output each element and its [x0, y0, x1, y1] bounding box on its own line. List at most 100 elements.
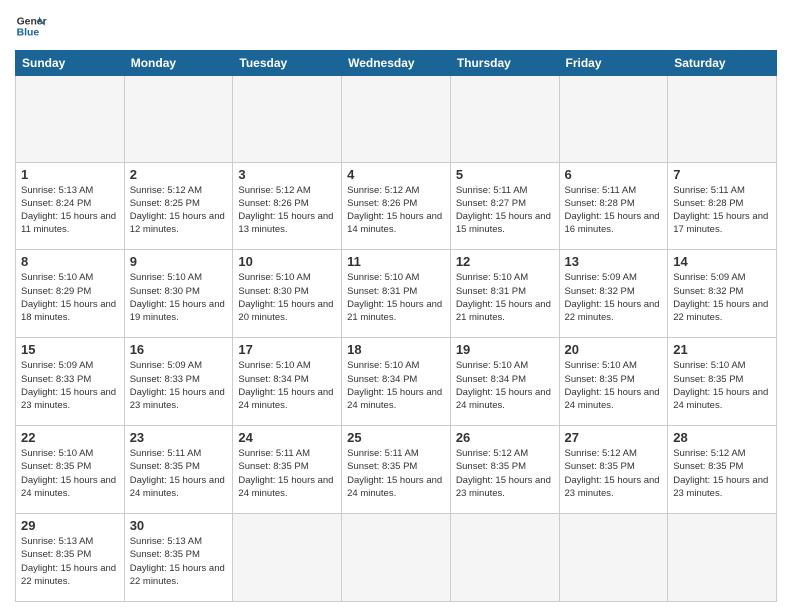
day-number: 30 [130, 518, 228, 533]
calendar-cell: 8Sunrise: 5:10 AMSunset: 8:29 PMDaylight… [16, 250, 125, 338]
header-cell-wednesday: Wednesday [342, 51, 451, 76]
day-number: 10 [238, 254, 336, 269]
day-number: 29 [21, 518, 119, 533]
day-number: 25 [347, 430, 445, 445]
calendar-cell [450, 514, 559, 602]
calendar-cell: 23 Sunrise: 5:11 AMSunset: 8:35 PMDayligh… [124, 426, 233, 514]
calendar-cell: 1 Sunrise: 5:13 AMSunset: 8:24 PMDaylight… [16, 162, 125, 250]
day-info: Sunrise: 5:11 AMSunset: 8:35 PMDaylight:… [238, 447, 336, 500]
day-number: 6 [565, 167, 663, 182]
calendar-cell: 21 Sunrise: 5:10 AMSunset: 8:35 PMDayligh… [668, 338, 777, 426]
calendar-cell [559, 76, 668, 163]
calendar-cell [124, 76, 233, 163]
logo-icon: General Blue [15, 10, 47, 42]
calendar-cell: 11 Sunrise: 5:10 AMSunset: 8:31 PMDayligh… [342, 250, 451, 338]
day-info: Sunrise: 5:10 AMSunset: 8:30 PMDaylight:… [130, 271, 228, 324]
calendar-week-row: 29 Sunrise: 5:13 AMSunset: 8:35 PMDayligh… [16, 514, 777, 602]
day-number: 26 [456, 430, 554, 445]
day-number: 23 [130, 430, 228, 445]
day-number: 5 [456, 167, 554, 182]
page: General Blue SundayMondayTuesdayWednesda… [0, 0, 792, 612]
day-info: Sunrise: 5:09 AMSunset: 8:32 PMDaylight:… [673, 271, 771, 324]
day-number: 15 [21, 342, 119, 357]
day-number: 28 [673, 430, 771, 445]
calendar-cell: 29 Sunrise: 5:13 AMSunset: 8:35 PMDayligh… [16, 514, 125, 602]
svg-text:Blue: Blue [17, 28, 40, 39]
day-info: Sunrise: 5:10 AMSunset: 8:31 PMDaylight:… [347, 271, 445, 324]
day-info: Sunrise: 5:12 AMSunset: 8:35 PMDaylight:… [673, 447, 771, 500]
day-info: Sunrise: 5:11 AMSunset: 8:35 PMDaylight:… [130, 447, 228, 500]
day-number: 13 [565, 254, 663, 269]
day-number: 19 [456, 342, 554, 357]
day-number: 14 [673, 254, 771, 269]
calendar-cell: 14 Sunrise: 5:09 AMSunset: 8:32 PMDayligh… [668, 250, 777, 338]
calendar-cell [668, 76, 777, 163]
calendar-cell: 7 Sunrise: 5:11 AMSunset: 8:28 PMDaylight… [668, 162, 777, 250]
day-info: Sunrise: 5:13 AMSunset: 8:35 PMDaylight:… [21, 535, 119, 588]
calendar-cell: 16Sunrise: 5:09 AMSunset: 8:33 PMDayligh… [124, 338, 233, 426]
calendar-cell: 24Sunrise: 5:11 AMSunset: 8:35 PMDayligh… [233, 426, 342, 514]
day-info: Sunrise: 5:11 AMSunset: 8:27 PMDaylight:… [456, 184, 554, 237]
calendar-cell: 13Sunrise: 5:09 AMSunset: 8:32 PMDayligh… [559, 250, 668, 338]
day-number: 18 [347, 342, 445, 357]
calendar-cell: 30 Sunrise: 5:13 AMSunset: 8:35 PMDayligh… [124, 514, 233, 602]
calendar-week-row: 15 Sunrise: 5:09 AMSunset: 8:33 PMDayligh… [16, 338, 777, 426]
day-info: Sunrise: 5:11 AMSunset: 8:28 PMDaylight:… [673, 184, 771, 237]
day-number: 17 [238, 342, 336, 357]
day-info: Sunrise: 5:10 AMSunset: 8:35 PMDaylight:… [673, 359, 771, 412]
day-number: 22 [21, 430, 119, 445]
calendar-cell [559, 514, 668, 602]
calendar-cell: 2Sunrise: 5:12 AMSunset: 8:25 PMDaylight… [124, 162, 233, 250]
day-info: Sunrise: 5:10 AMSunset: 8:35 PMDaylight:… [565, 359, 663, 412]
calendar-cell: 18Sunrise: 5:10 AMSunset: 8:34 PMDayligh… [342, 338, 451, 426]
day-info: Sunrise: 5:10 AMSunset: 8:31 PMDaylight:… [456, 271, 554, 324]
calendar-week-row [16, 76, 777, 163]
day-number: 21 [673, 342, 771, 357]
calendar-cell: 6 Sunrise: 5:11 AMSunset: 8:28 PMDaylight… [559, 162, 668, 250]
calendar-cell: 25 Sunrise: 5:11 AMSunset: 8:35 PMDayligh… [342, 426, 451, 514]
header-cell-sunday: Sunday [16, 51, 125, 76]
calendar-cell: 19Sunrise: 5:10 AMSunset: 8:34 PMDayligh… [450, 338, 559, 426]
calendar-cell [450, 76, 559, 163]
day-info: Sunrise: 5:09 AMSunset: 8:33 PMDaylight:… [21, 359, 119, 412]
calendar-cell [233, 514, 342, 602]
day-info: Sunrise: 5:13 AMSunset: 8:24 PMDaylight:… [21, 184, 119, 237]
calendar-cell [16, 76, 125, 163]
calendar-cell: 28 Sunrise: 5:12 AMSunset: 8:35 PMDayligh… [668, 426, 777, 514]
day-number: 11 [347, 254, 445, 269]
calendar-cell: 10Sunrise: 5:10 AMSunset: 8:30 PMDayligh… [233, 250, 342, 338]
day-number: 20 [565, 342, 663, 357]
day-number: 1 [21, 167, 119, 182]
calendar-week-row: 22 Sunrise: 5:10 AMSunset: 8:35 PMDayligh… [16, 426, 777, 514]
day-number: 7 [673, 167, 771, 182]
calendar-cell: 26Sunrise: 5:12 AMSunset: 8:35 PMDayligh… [450, 426, 559, 514]
calendar-cell: 22 Sunrise: 5:10 AMSunset: 8:35 PMDayligh… [16, 426, 125, 514]
logo: General Blue [15, 10, 47, 42]
day-number: 12 [456, 254, 554, 269]
day-info: Sunrise: 5:13 AMSunset: 8:35 PMDaylight:… [130, 535, 228, 588]
day-info: Sunrise: 5:11 AMSunset: 8:28 PMDaylight:… [565, 184, 663, 237]
calendar-cell: 17Sunrise: 5:10 AMSunset: 8:34 PMDayligh… [233, 338, 342, 426]
day-number: 27 [565, 430, 663, 445]
calendar-cell [668, 514, 777, 602]
header-cell-monday: Monday [124, 51, 233, 76]
header-cell-saturday: Saturday [668, 51, 777, 76]
calendar-cell: 3Sunrise: 5:12 AMSunset: 8:26 PMDaylight… [233, 162, 342, 250]
calendar-cell: 20 Sunrise: 5:10 AMSunset: 8:35 PMDayligh… [559, 338, 668, 426]
day-info: Sunrise: 5:11 AMSunset: 8:35 PMDaylight:… [347, 447, 445, 500]
calendar-cell: 15 Sunrise: 5:09 AMSunset: 8:33 PMDayligh… [16, 338, 125, 426]
day-info: Sunrise: 5:10 AMSunset: 8:35 PMDaylight:… [21, 447, 119, 500]
calendar-table: SundayMondayTuesdayWednesdayThursdayFrid… [15, 50, 777, 602]
header: General Blue [15, 10, 777, 42]
day-number: 9 [130, 254, 228, 269]
day-info: Sunrise: 5:12 AMSunset: 8:25 PMDaylight:… [130, 184, 228, 237]
day-number: 16 [130, 342, 228, 357]
calendar-cell: 9 Sunrise: 5:10 AMSunset: 8:30 PMDaylight… [124, 250, 233, 338]
day-number: 3 [238, 167, 336, 182]
calendar-cell [342, 514, 451, 602]
day-info: Sunrise: 5:10 AMSunset: 8:29 PMDaylight:… [21, 271, 119, 324]
header-cell-friday: Friday [559, 51, 668, 76]
calendar-cell [233, 76, 342, 163]
calendar-cell: 27Sunrise: 5:12 AMSunset: 8:35 PMDayligh… [559, 426, 668, 514]
header-cell-tuesday: Tuesday [233, 51, 342, 76]
